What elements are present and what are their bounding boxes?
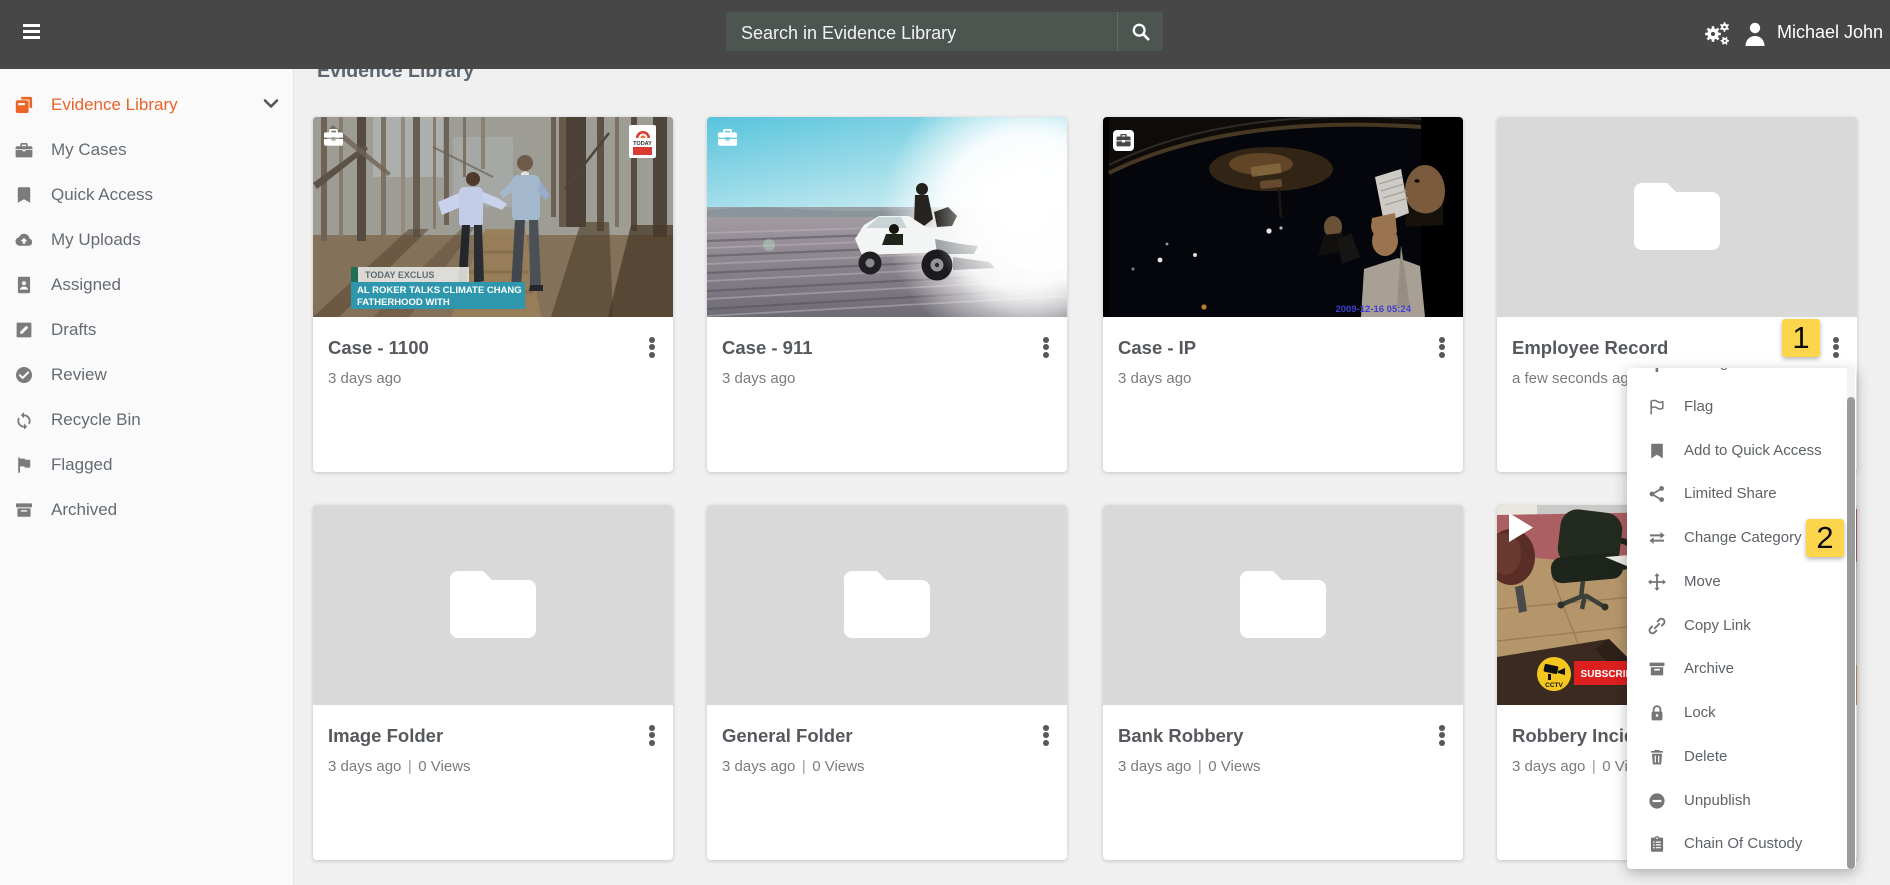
svg-text:2009-12-16 05:24: 2009-12-16 05:24 — [1335, 304, 1411, 315]
svg-text:CCTV: CCTV — [1545, 682, 1563, 689]
svg-text:TODAY: TODAY — [633, 141, 652, 147]
svg-text:TODAY EXCLUS: TODAY EXCLUS — [365, 270, 434, 280]
svg-text:AL ROKER TALKS CLIMATE CHANG: AL ROKER TALKS CLIMATE CHANG — [357, 285, 522, 296]
svg-text:FATHERHOOD WITH: FATHERHOOD WITH — [357, 297, 450, 308]
